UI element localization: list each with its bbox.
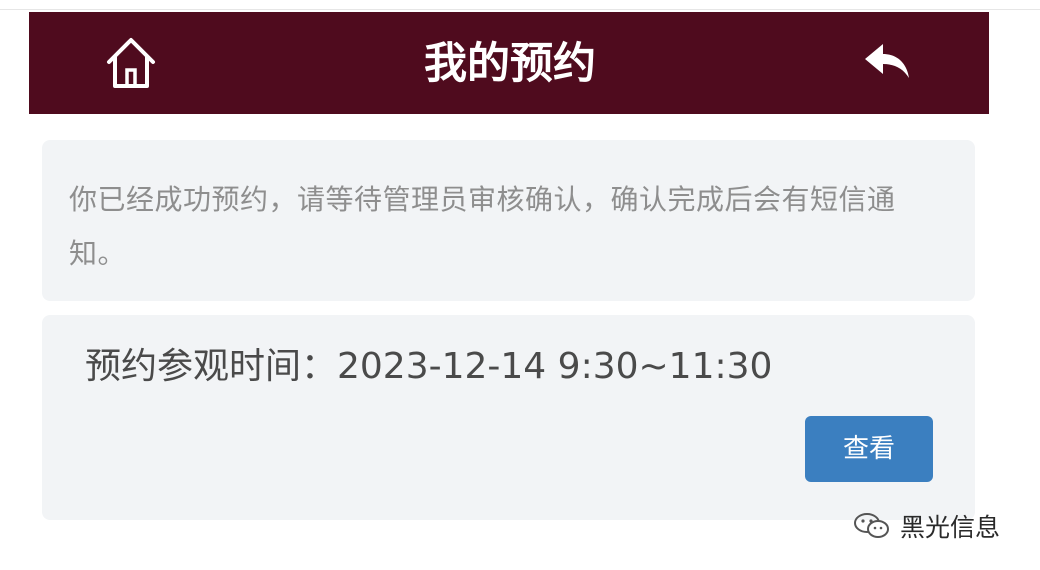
notice-card: 你已经成功预约，请等待管理员审核确认，确认完成后会有短信通知。 [42, 140, 975, 301]
watermark-text: 黑光信息 [900, 513, 1001, 542]
home-button[interactable] [103, 34, 159, 92]
reply-arrow-icon [865, 44, 909, 78]
wechat-icon [854, 513, 889, 538]
back-button[interactable] [861, 40, 913, 86]
watermark: 黑光信息 [852, 506, 1000, 546]
visit-time: 预约参观时间：2023-12-14 9:30~11:30 [85, 346, 773, 387]
home-icon [107, 38, 155, 88]
notice-message: 你已经成功预约，请等待管理员审核确认，确认完成后会有短信通知。 [69, 183, 896, 270]
top-divider [0, 9, 1040, 10]
view-button[interactable]: 查看 [805, 416, 933, 482]
page-title: 我的预约 [424, 39, 596, 89]
visit-card: 预约参观时间：2023-12-14 9:30~11:30 查看 [42, 315, 975, 520]
